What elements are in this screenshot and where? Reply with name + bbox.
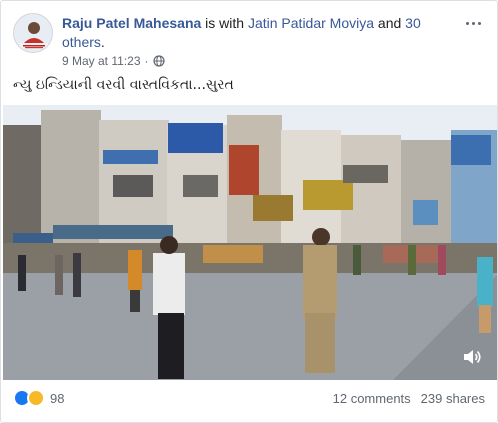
post-body-text: ન્યુ ઇન્ડિયાની વરવી વાસ્તવિકતા...સુરત — [13, 77, 234, 93]
post-meta: 9 May at 11:23 · — [62, 54, 165, 68]
post-options-button[interactable] — [461, 13, 485, 33]
author-name-link[interactable]: Raju Patel Mahesana — [62, 15, 201, 31]
post-header: Raju Patel Mahesana is with Jatin Patida… — [13, 13, 485, 73]
more-dot-icon — [465, 21, 469, 25]
more-dot-icon — [471, 21, 475, 25]
post-card: Raju Patel Mahesana is with Jatin Patida… — [0, 0, 498, 423]
author-avatar[interactable] — [13, 13, 53, 53]
post-byline: Raju Patel Mahesana is with Jatin Patida… — [62, 14, 452, 52]
and-text: and — [374, 15, 406, 31]
with-text: is with — [201, 15, 248, 31]
avatar-photo — [14, 14, 52, 52]
more-dot-icon — [477, 21, 481, 25]
meta-separator: · — [144, 54, 149, 68]
reaction-count: 98 — [50, 390, 65, 406]
engagement-stats: 12 comments 239 shares — [333, 391, 485, 406]
byline-end: . — [100, 34, 105, 50]
sad-icon — [27, 389, 45, 407]
reactions-summary[interactable]: 98 — [13, 389, 64, 407]
comments-count-link[interactable]: 12 comments — [333, 391, 411, 406]
shares-count-link[interactable]: 239 shares — [421, 391, 485, 406]
speaker-icon[interactable] — [461, 346, 483, 368]
globe-icon[interactable] — [152, 55, 165, 67]
video-player[interactable] — [3, 105, 497, 380]
tagged-person-link[interactable]: Jatin Patidar Moviya — [248, 15, 374, 31]
post-footer: 98 12 comments 239 shares — [13, 387, 485, 411]
post-timestamp-link[interactable]: 9 May at 11:23 — [62, 54, 141, 68]
video-frame — [3, 105, 497, 380]
